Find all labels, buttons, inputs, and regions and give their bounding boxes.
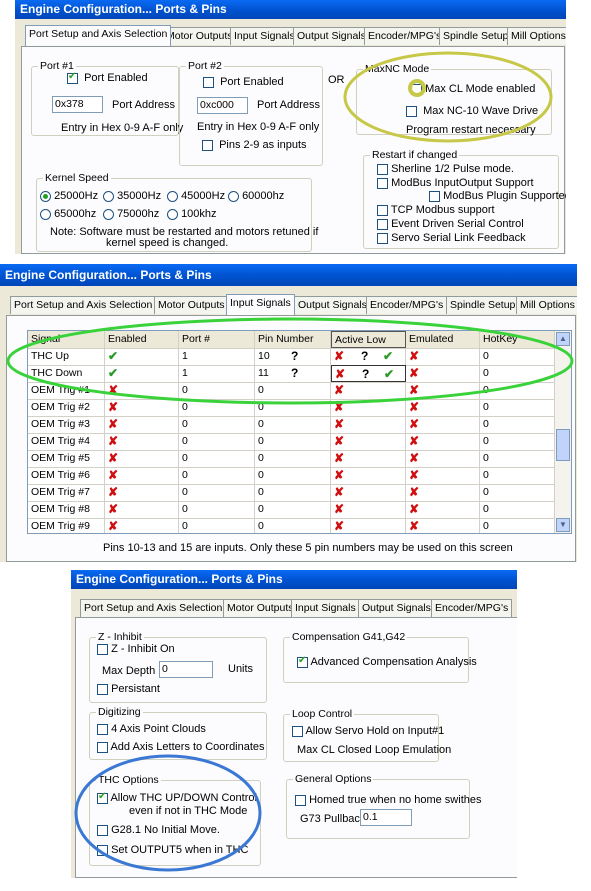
yellow-highlight-ellipse (343, 51, 553, 143)
tab-input-signals-2[interactable]: Input Signals (226, 294, 295, 315)
yellow-highlight-dot (408, 79, 426, 97)
highlight-overlay (6, 51, 574, 872)
blue-highlight-ellipse (74, 754, 262, 872)
tab-port-setup[interactable]: Port Setup and Axis Selection (25, 25, 172, 46)
green-highlight-ellipse (6, 317, 574, 405)
